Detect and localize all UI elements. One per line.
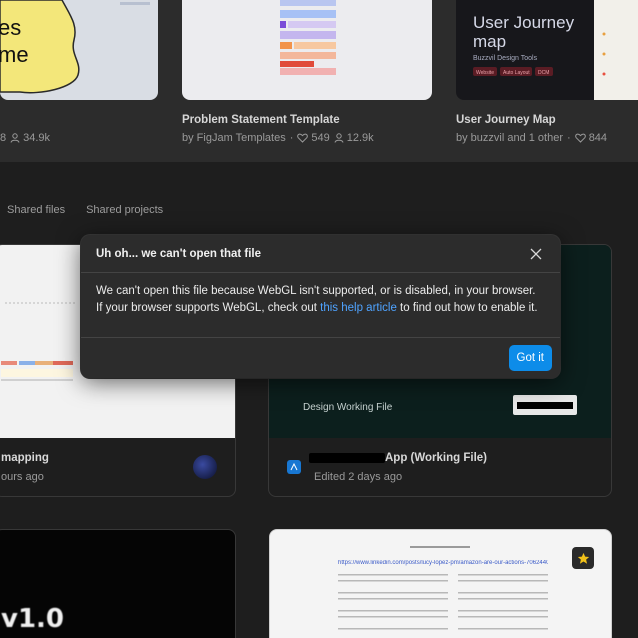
file-name[interactable]: App (Working File)	[385, 452, 487, 464]
template-title[interactable]: User Journey Map	[456, 114, 556, 126]
star-icon[interactable]	[572, 547, 594, 569]
thumb-tag: DCM	[538, 70, 549, 76]
thumb-title: User Journey	[473, 13, 575, 32]
thumb-tag: Auto Layout	[503, 70, 530, 76]
dialog-header: Uh oh... we can't open that file	[81, 235, 560, 273]
uses-count: 34.9k	[23, 132, 51, 144]
close-button[interactable]	[527, 245, 545, 263]
user-icon	[334, 133, 344, 143]
file-name[interactable]: mapping	[1, 452, 49, 464]
template-author[interactable]: by FigJam Templates	[182, 132, 286, 144]
template-stats: by buzzvil and 1 other · 844	[456, 132, 607, 144]
template-title[interactable]: Problem Statement Template	[182, 114, 340, 126]
dialog-message-text: to find out how to enable it.	[396, 301, 538, 314]
got-it-button[interactable]: Got it	[508, 345, 552, 371]
dialog-message: We can't open this file because WebGL is…	[81, 273, 560, 337]
thumb-label: Design Working File	[303, 402, 393, 413]
template-thumbnail[interactable]: es me	[0, 0, 158, 100]
template-thumbnail[interactable]: User Journey map Buzzvil Design Tools We…	[456, 0, 638, 100]
dialog-footer: Got it	[81, 337, 560, 377]
file-edited-time: Edited 2 days ago	[314, 471, 403, 483]
thumb-text: es	[0, 15, 21, 40]
file-edited-time: ours ago	[1, 471, 44, 483]
separator-dot: ·	[567, 132, 571, 144]
redacted-mark	[517, 402, 573, 409]
heart-icon[interactable]	[574, 133, 586, 143]
user-icon	[10, 133, 20, 143]
file-card[interactable]: v1.0	[0, 529, 236, 638]
thumb-document-lines	[338, 546, 548, 630]
webgl-error-dialog: Uh oh... we can't open that file We can'…	[81, 235, 560, 378]
likes-count: 8	[0, 132, 7, 144]
thumb-title: map	[473, 32, 506, 51]
template-author[interactable]: by buzzvil and 1 other	[456, 132, 563, 144]
template-stats: 8 34.9k	[0, 132, 50, 144]
community-templates-row: es me 8 34.9k Problem Statement Template…	[0, 0, 638, 162]
template-stats: by FigJam Templates · 549 12.9k	[182, 132, 374, 144]
redacted-mark	[309, 453, 385, 463]
template-thumbnail-art: User Journey map Buzzvil Design Tools We…	[473, 0, 638, 100]
thumb-text: v1.0	[1, 604, 65, 634]
uses-count: 12.9k	[346, 132, 374, 144]
design-file-icon	[287, 460, 301, 474]
heart-icon[interactable]	[297, 133, 309, 143]
template-thumbnail-art: es me	[0, 0, 150, 94]
close-icon[interactable]	[530, 248, 542, 260]
template-thumbnail-art	[280, 0, 336, 75]
dialog-title: Uh oh... we can't open that file	[96, 247, 262, 260]
help-article-link[interactable]: this help article	[320, 302, 397, 314]
file-tabs: Shared files Shared projects	[7, 204, 163, 216]
likes-count: 549	[311, 132, 330, 144]
separator-dot: ·	[289, 132, 294, 144]
tab-shared-projects[interactable]: Shared projects	[86, 204, 163, 216]
file-card[interactable]: https://www.linkedin.com/posts/lucy-lope…	[269, 529, 612, 638]
thumb-badge	[513, 395, 577, 415]
thumb-text: me	[0, 42, 29, 67]
thumb-subtitle: Buzzvil Design Tools	[473, 55, 538, 62]
tab-shared-files[interactable]: Shared files	[7, 204, 65, 216]
template-thumbnail[interactable]	[182, 0, 432, 100]
thumb-tag: Website	[476, 70, 494, 76]
likes-count: 844	[588, 132, 608, 144]
avatar	[193, 455, 217, 479]
